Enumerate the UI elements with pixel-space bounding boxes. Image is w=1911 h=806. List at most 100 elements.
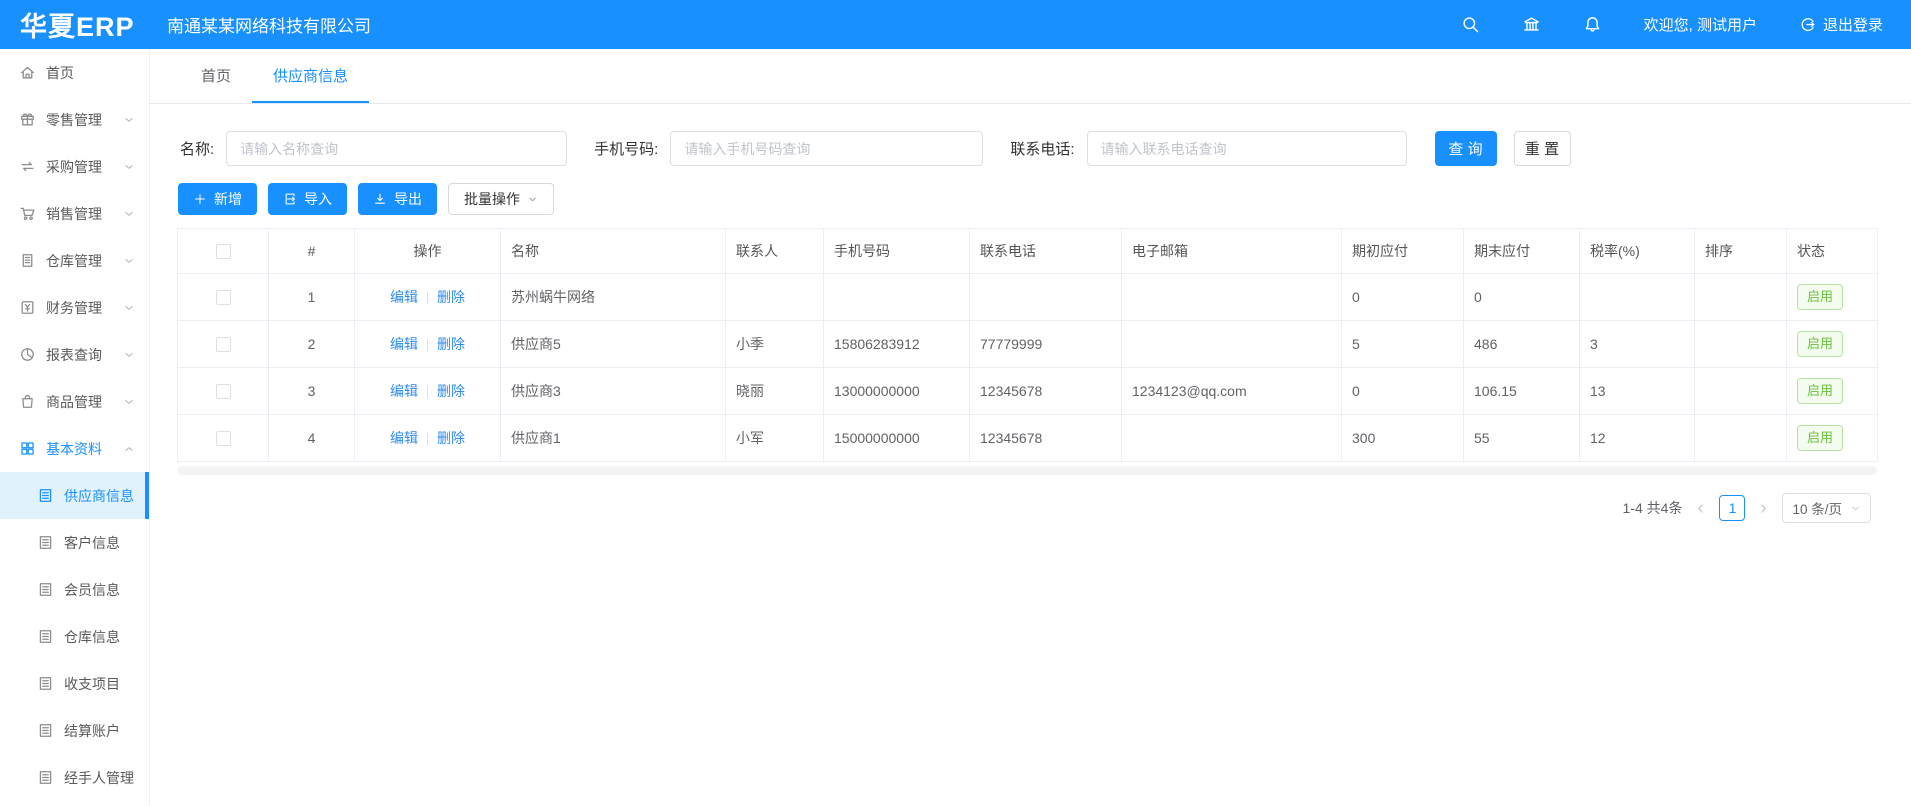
bell-icon[interactable] xyxy=(1583,15,1602,34)
sidebar-item-retail[interactable]: 零售管理 xyxy=(0,96,149,143)
batch-operation-label: 批量操作 xyxy=(464,189,520,209)
plus-icon xyxy=(193,192,207,206)
chevron-left-icon[interactable] xyxy=(1694,502,1707,515)
cell-end-payable: 106.15 xyxy=(1464,368,1580,415)
sidebar-item-label: 报表查询 xyxy=(46,345,102,365)
column-header: 联系电话 xyxy=(970,229,1122,274)
cell-phone: 15000000000 xyxy=(824,415,970,462)
add-button[interactable]: 新增 xyxy=(178,183,257,215)
report-icon xyxy=(19,346,36,363)
status-badge[interactable]: 启用 xyxy=(1797,284,1843,310)
tab-home[interactable]: 首页 xyxy=(180,49,252,103)
name-filter-label: 名称: xyxy=(180,138,214,159)
status-badge[interactable]: 启用 xyxy=(1797,425,1843,451)
sidebar-item-purchase[interactable]: 采购管理 xyxy=(0,143,149,190)
sidebar-item-depot[interactable]: 仓库信息 xyxy=(0,613,149,660)
cell-phone: 13000000000 xyxy=(824,368,970,415)
sidebar-item-member[interactable]: 会员信息 xyxy=(0,566,149,613)
edit-link[interactable]: 编辑 xyxy=(390,289,418,305)
row-checkbox[interactable] xyxy=(216,384,231,399)
cell-status: 启用 xyxy=(1787,415,1878,462)
sidebar-item-inout-item[interactable]: 收支项目 xyxy=(0,660,149,707)
row-checkbox[interactable] xyxy=(216,337,231,352)
doc-icon xyxy=(37,675,54,692)
sidebar-item-supplier[interactable]: 供应商信息 xyxy=(0,472,149,519)
cell-tax-rate: 3 xyxy=(1580,321,1695,368)
search-icon[interactable] xyxy=(1461,15,1480,34)
row-actions: 编辑 删除 xyxy=(355,274,501,321)
row-index: 2 xyxy=(269,321,355,368)
name-filter-input[interactable] xyxy=(226,131,567,166)
row-checkbox[interactable] xyxy=(216,431,231,446)
sidebar-item-home[interactable]: 首页 xyxy=(0,49,149,96)
tab-supplier-info[interactable]: 供应商信息 xyxy=(252,49,369,103)
status-badge[interactable]: 启用 xyxy=(1797,331,1843,357)
basic-icon xyxy=(19,440,36,457)
select-all-checkbox[interactable] xyxy=(216,244,231,259)
doc-icon xyxy=(37,487,54,504)
row-select-cell xyxy=(178,415,269,462)
sidebar-item-finance[interactable]: 财务管理 xyxy=(0,284,149,331)
table-body: 1编辑删除苏州蜗牛网络00启用2编辑删除供应商5小季15806283912777… xyxy=(178,274,1878,462)
reset-button[interactable]: 重 置 xyxy=(1514,131,1571,166)
tab-home-label: 首页 xyxy=(201,65,231,86)
cell-telephone xyxy=(970,274,1122,321)
phone-filter-input[interactable] xyxy=(670,131,983,166)
select-all-cell xyxy=(178,229,269,274)
cell-telephone: 12345678 xyxy=(970,415,1122,462)
logout-button[interactable]: 退出登录 xyxy=(1799,14,1883,35)
telephone-filter-input[interactable] xyxy=(1087,131,1407,166)
row-actions: 编辑 删除 xyxy=(355,415,501,462)
doc-icon xyxy=(37,581,54,598)
search-button[interactable]: 查 询 xyxy=(1435,131,1497,166)
cell-end-payable: 486 xyxy=(1464,321,1580,368)
sidebar-item-goods[interactable]: 商品管理 xyxy=(0,378,149,425)
cell-name: 供应商1 xyxy=(501,415,726,462)
pagination-current-page[interactable]: 1 xyxy=(1719,495,1745,521)
row-checkbox[interactable] xyxy=(216,290,231,305)
retail-icon xyxy=(19,111,36,128)
column-header: 排序 xyxy=(1695,229,1787,274)
delete-link[interactable]: 删除 xyxy=(437,383,465,399)
batch-operation-dropdown[interactable]: 批量操作 xyxy=(448,183,554,215)
export-button[interactable]: 导出 xyxy=(358,183,437,215)
app-logo: 华夏ERP xyxy=(0,5,150,44)
sidebar-item-label: 客户信息 xyxy=(64,533,120,553)
bank-icon[interactable] xyxy=(1522,15,1541,34)
horizontal-scrollbar[interactable] xyxy=(177,466,1877,475)
delete-link[interactable]: 删除 xyxy=(437,289,465,305)
cell-sort xyxy=(1695,368,1787,415)
row-index: 4 xyxy=(269,415,355,462)
sidebar-item-account[interactable]: 结算账户 xyxy=(0,707,149,754)
sidebar-item-warehouse[interactable]: 仓库管理 xyxy=(0,237,149,284)
sidebar-item-handler[interactable]: 经手人管理 xyxy=(0,754,149,801)
import-button-label: 导入 xyxy=(304,189,332,209)
delete-link[interactable]: 删除 xyxy=(437,430,465,446)
cell-end-payable: 55 xyxy=(1464,415,1580,462)
chevron-right-icon[interactable] xyxy=(1757,502,1770,515)
table-header-row: #操作名称联系人手机号码联系电话电子邮箱期初应付期末应付税率(%)排序状态 xyxy=(178,229,1878,274)
sidebar-item-label: 收支项目 xyxy=(64,674,120,694)
chevron-up-icon xyxy=(123,443,135,455)
status-badge[interactable]: 启用 xyxy=(1797,378,1843,404)
export-icon xyxy=(373,192,387,206)
column-header: 手机号码 xyxy=(824,229,970,274)
sidebar-item-sales[interactable]: 销售管理 xyxy=(0,190,149,237)
sidebar-item-label: 采购管理 xyxy=(46,157,102,177)
delete-link[interactable]: 删除 xyxy=(437,336,465,352)
doc-icon xyxy=(37,722,54,739)
sidebar-item-customer[interactable]: 客户信息 xyxy=(0,519,149,566)
table-row: 2编辑删除供应商5小季158062839127777999954863启用 xyxy=(178,321,1878,368)
row-select-cell xyxy=(178,368,269,415)
edit-link[interactable]: 编辑 xyxy=(390,336,418,352)
page-size-select[interactable]: 10 条/页 xyxy=(1782,493,1871,523)
sidebar-item-report[interactable]: 报表查询 xyxy=(0,331,149,378)
add-button-label: 新增 xyxy=(214,189,242,209)
import-button[interactable]: 导入 xyxy=(268,183,347,215)
sidebar-item-label: 基本资料 xyxy=(46,439,102,459)
edit-link[interactable]: 编辑 xyxy=(390,383,418,399)
edit-link[interactable]: 编辑 xyxy=(390,430,418,446)
sidebar-item-basic[interactable]: 基本资料 xyxy=(0,425,149,472)
sidebar: 首页零售管理采购管理销售管理仓库管理财务管理报表查询商品管理基本资料供应商信息客… xyxy=(0,49,150,806)
pagination: 1-4 共4条 1 10 条/页 xyxy=(150,493,1871,523)
